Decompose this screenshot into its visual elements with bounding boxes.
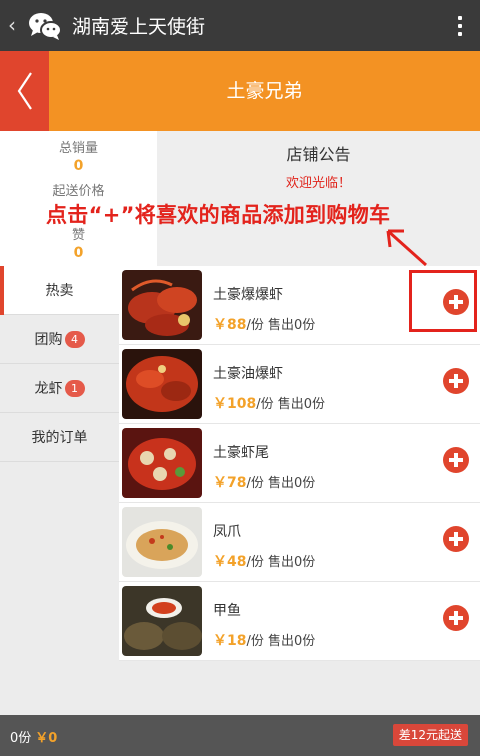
category-sidebar: 热卖 团购 4 龙虾 1 我的订单 <box>0 266 119 715</box>
product-image <box>122 586 202 656</box>
wechat-icon <box>28 11 62 41</box>
product-unit: /份 <box>246 476 264 491</box>
notice-text: 欢迎光临！ <box>285 176 351 191</box>
product-image <box>122 507 202 577</box>
add-to-cart-icon[interactable] <box>443 368 469 394</box>
product-price: ￥78 <box>213 475 247 491</box>
product-item: 土豪油爆虾 ￥108/份 售出0份 <box>119 345 480 424</box>
likes-value: 0 <box>73 245 84 261</box>
product-unit: /份 <box>246 634 264 649</box>
count-badge: 1 <box>64 379 85 397</box>
total-sales-value: 0 <box>73 158 84 174</box>
product-image <box>122 270 202 340</box>
category-label: 热卖 <box>45 283 74 299</box>
product-name: 土豪油爆虾 <box>213 366 283 382</box>
product-price: ￥108 <box>213 396 257 412</box>
app-bar: ‹ 湖南爱上天使街 <box>0 0 480 51</box>
add-to-cart-icon[interactable] <box>443 605 469 631</box>
product-name: 甲鱼 <box>213 603 241 619</box>
back-button[interactable] <box>0 51 49 131</box>
min-order-label: 起送价格 <box>52 184 105 199</box>
cart-summary[interactable]: 0份 ￥0 <box>10 727 57 746</box>
product-sold: 售出0份 <box>268 318 316 333</box>
cart-total: ￥0 <box>35 731 58 746</box>
cart-bar: 0份 ￥0 差12元起送 <box>0 715 480 756</box>
app-title: 湖南爱上天使街 <box>72 16 206 38</box>
product-name: 凤爪 <box>213 524 241 540</box>
product-unit: /份 <box>246 318 264 333</box>
add-to-cart-icon[interactable] <box>443 526 469 552</box>
product-item: 凤爪 ￥48/份 售出0份 <box>119 503 480 582</box>
annotation-highlight-box <box>409 270 477 332</box>
product-unit: /份 <box>256 397 274 412</box>
product-price-line: ￥78/份 售出0份 <box>213 472 315 492</box>
product-name: 土豪爆爆虾 <box>213 287 283 303</box>
category-group-buy[interactable]: 团购 4 <box>0 315 119 364</box>
category-hot[interactable]: 热卖 <box>0 266 119 315</box>
min-order-button[interactable]: 差12元起送 <box>392 724 468 746</box>
product-price-line: ￥108/份 售出0份 <box>213 393 325 413</box>
category-my-orders[interactable]: 我的订单 <box>0 413 119 462</box>
instruction-annotation: 点击“+”将喜欢的商品添加到购物车 <box>46 203 391 227</box>
product-name: 土豪虾尾 <box>213 445 269 461</box>
product-unit: /份 <box>246 555 264 570</box>
product-price-line: ￥48/份 售出0份 <box>213 551 315 571</box>
more-menu-icon[interactable] <box>440 0 480 51</box>
cart-count: 0份 <box>10 731 32 746</box>
product-sold: 售出0份 <box>268 476 316 491</box>
product-sold: 售出0份 <box>277 397 326 412</box>
product-item: 甲鱼 ￥18/份 售出0份 <box>119 582 480 661</box>
product-item: 土豪虾尾 ￥78/份 售出0份 <box>119 424 480 503</box>
product-sold: 售出0份 <box>268 555 316 570</box>
product-price-line: ￥88/份 售出0份 <box>213 314 315 334</box>
product-sold: 售出0份 <box>268 634 316 649</box>
notice-title: 店铺公告 <box>286 145 351 164</box>
category-label: 我的订单 <box>31 430 88 446</box>
category-label: 团购 <box>34 332 63 348</box>
product-image <box>122 349 202 419</box>
product-price-line: ￥18/份 售出0份 <box>213 630 315 650</box>
product-price: ￥88 <box>213 317 247 333</box>
annotation-arrow-icon <box>386 229 428 267</box>
product-price: ￥48 <box>213 554 247 570</box>
category-crayfish[interactable]: 龙虾 1 <box>0 364 119 413</box>
count-badge: 4 <box>64 330 85 348</box>
back-arrow-icon <box>17 72 32 110</box>
total-sales-label: 总销量 <box>58 141 98 156</box>
shop-title: 土豪兄弟 <box>226 80 303 102</box>
shop-header: 土豪兄弟 <box>0 51 480 131</box>
product-price: ￥18 <box>213 633 247 649</box>
add-to-cart-icon[interactable] <box>443 447 469 473</box>
category-label: 龙虾 <box>34 381 63 397</box>
back-chevron-icon[interactable]: ‹ <box>8 0 26 51</box>
product-image <box>122 428 202 498</box>
